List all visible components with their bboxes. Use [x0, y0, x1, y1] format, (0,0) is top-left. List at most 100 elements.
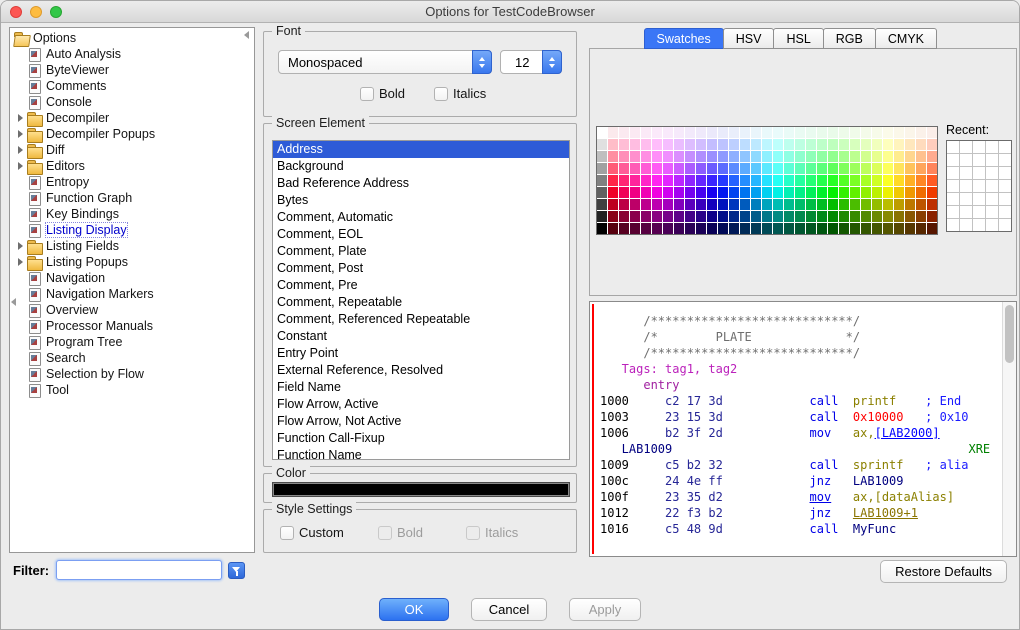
tree-item-decompiler-popups[interactable]: Decompiler Popups: [10, 126, 254, 142]
swatch-cell[interactable]: [674, 127, 684, 138]
swatch-cell[interactable]: [652, 163, 662, 174]
tree-item-listing-display[interactable]: Listing Display: [10, 222, 254, 238]
swatch-cell[interactable]: [773, 199, 783, 210]
swatch-cell[interactable]: [740, 151, 750, 162]
swatch-cell[interactable]: [905, 187, 915, 198]
zoom-button[interactable]: [50, 6, 62, 18]
swatch-cell[interactable]: [795, 139, 805, 150]
recent-swatch-cell[interactable]: [947, 219, 959, 231]
swatch-cell[interactable]: [795, 127, 805, 138]
swatch-cell[interactable]: [707, 199, 717, 210]
swatch-cell[interactable]: [828, 151, 838, 162]
swatch-cell[interactable]: [718, 163, 728, 174]
swatch-cell[interactable]: [883, 175, 893, 186]
swatch-cell[interactable]: [619, 151, 629, 162]
swatch-cell[interactable]: [696, 211, 706, 222]
cancel-button[interactable]: Cancel: [471, 598, 547, 621]
swatch-cell[interactable]: [608, 199, 618, 210]
swatch-cell[interactable]: [894, 163, 904, 174]
swatch-cell[interactable]: [839, 151, 849, 162]
swatch-cell[interactable]: [608, 175, 618, 186]
expand-arrow-icon[interactable]: [14, 130, 27, 138]
recent-swatch-cell[interactable]: [973, 167, 985, 179]
swatch-cell[interactable]: [696, 187, 706, 198]
titlebar[interactable]: Options for TestCodeBrowser: [1, 1, 1019, 23]
swatch-cell[interactable]: [674, 223, 684, 234]
swatch-cell[interactable]: [641, 199, 651, 210]
swatch-cell[interactable]: [641, 163, 651, 174]
listing-preview[interactable]: /****************************/ /* PLATE …: [589, 301, 1017, 557]
swatch-cell[interactable]: [729, 127, 739, 138]
tab-rgb[interactable]: RGB: [823, 28, 876, 49]
swatch-cell[interactable]: [707, 151, 717, 162]
recent-swatch-cell[interactable]: [986, 193, 998, 205]
swatch-cell[interactable]: [817, 151, 827, 162]
swatch-cell[interactable]: [597, 175, 607, 186]
swatch-cell[interactable]: [927, 211, 937, 222]
swatch-cell[interactable]: [696, 199, 706, 210]
swatch-cell[interactable]: [762, 223, 772, 234]
swatch-cell[interactable]: [905, 163, 915, 174]
recent-swatch-cell[interactable]: [999, 193, 1011, 205]
swatch-cell[interactable]: [652, 199, 662, 210]
swatch-cell[interactable]: [740, 199, 750, 210]
swatch-cell[interactable]: [729, 199, 739, 210]
swatch-cell[interactable]: [828, 175, 838, 186]
swatch-cell[interactable]: [872, 163, 882, 174]
tree-item-decompiler[interactable]: Decompiler: [10, 110, 254, 126]
style-italics-checkbox[interactable]: Italics: [466, 525, 518, 540]
swatch-cell[interactable]: [740, 127, 750, 138]
swatch-cell[interactable]: [652, 211, 662, 222]
recent-swatch-cell[interactable]: [960, 180, 972, 192]
swatch-cell[interactable]: [630, 151, 640, 162]
swatch-cell[interactable]: [663, 151, 673, 162]
swatch-cell[interactable]: [751, 211, 761, 222]
swatch-cell[interactable]: [839, 211, 849, 222]
swatch-cell[interactable]: [795, 187, 805, 198]
screen-element-list[interactable]: AddressBackgroundBad Reference AddressBy…: [272, 140, 570, 460]
swatch-cell[interactable]: [795, 199, 805, 210]
tree-item-byteviewer[interactable]: ByteViewer: [10, 62, 254, 78]
swatch-cell[interactable]: [828, 223, 838, 234]
swatch-cell[interactable]: [740, 139, 750, 150]
swatch-cell[interactable]: [806, 151, 816, 162]
swatch-cell[interactable]: [828, 187, 838, 198]
swatch-cell[interactable]: [905, 127, 915, 138]
swatch-cell[interactable]: [927, 175, 937, 186]
swatch-cell[interactable]: [839, 187, 849, 198]
swatch-cell[interactable]: [850, 127, 860, 138]
recent-swatch-cell[interactable]: [973, 206, 985, 218]
swatch-cell[interactable]: [663, 127, 673, 138]
recent-swatch-cell[interactable]: [947, 167, 959, 179]
swatch-cell[interactable]: [641, 127, 651, 138]
swatch-cell[interactable]: [839, 199, 849, 210]
swatch-cell[interactable]: [641, 175, 651, 186]
swatch-cell[interactable]: [916, 163, 926, 174]
font-italics-checkbox[interactable]: Italics: [434, 86, 486, 101]
screen-element-comment-post[interactable]: Comment, Post: [273, 260, 569, 277]
swatch-cell[interactable]: [872, 199, 882, 210]
swatch-cell[interactable]: [597, 199, 607, 210]
swatch-cell[interactable]: [652, 175, 662, 186]
swatch-cell[interactable]: [894, 175, 904, 186]
swatch-cell[interactable]: [872, 139, 882, 150]
swatch-cell[interactable]: [597, 211, 607, 222]
recent-swatch-cell[interactable]: [999, 219, 1011, 231]
swatch-cell[interactable]: [872, 211, 882, 222]
swatch-cell[interactable]: [740, 211, 750, 222]
swatch-cell[interactable]: [751, 127, 761, 138]
swatch-cell[interactable]: [806, 199, 816, 210]
swatch-cell[interactable]: [762, 139, 772, 150]
swatch-cell[interactable]: [663, 139, 673, 150]
swatch-cell[interactable]: [850, 223, 860, 234]
tree-item-processor-manuals[interactable]: Processor Manuals: [10, 318, 254, 334]
swatch-cell[interactable]: [751, 187, 761, 198]
swatch-cell[interactable]: [894, 151, 904, 162]
swatch-cell[interactable]: [773, 163, 783, 174]
swatch-cell[interactable]: [718, 139, 728, 150]
swatch-cell[interactable]: [707, 139, 717, 150]
swatch-cell[interactable]: [850, 151, 860, 162]
swatch-cell[interactable]: [916, 175, 926, 186]
screen-element-flow-arrow-active[interactable]: Flow Arrow, Active: [273, 396, 569, 413]
swatch-cell[interactable]: [652, 151, 662, 162]
